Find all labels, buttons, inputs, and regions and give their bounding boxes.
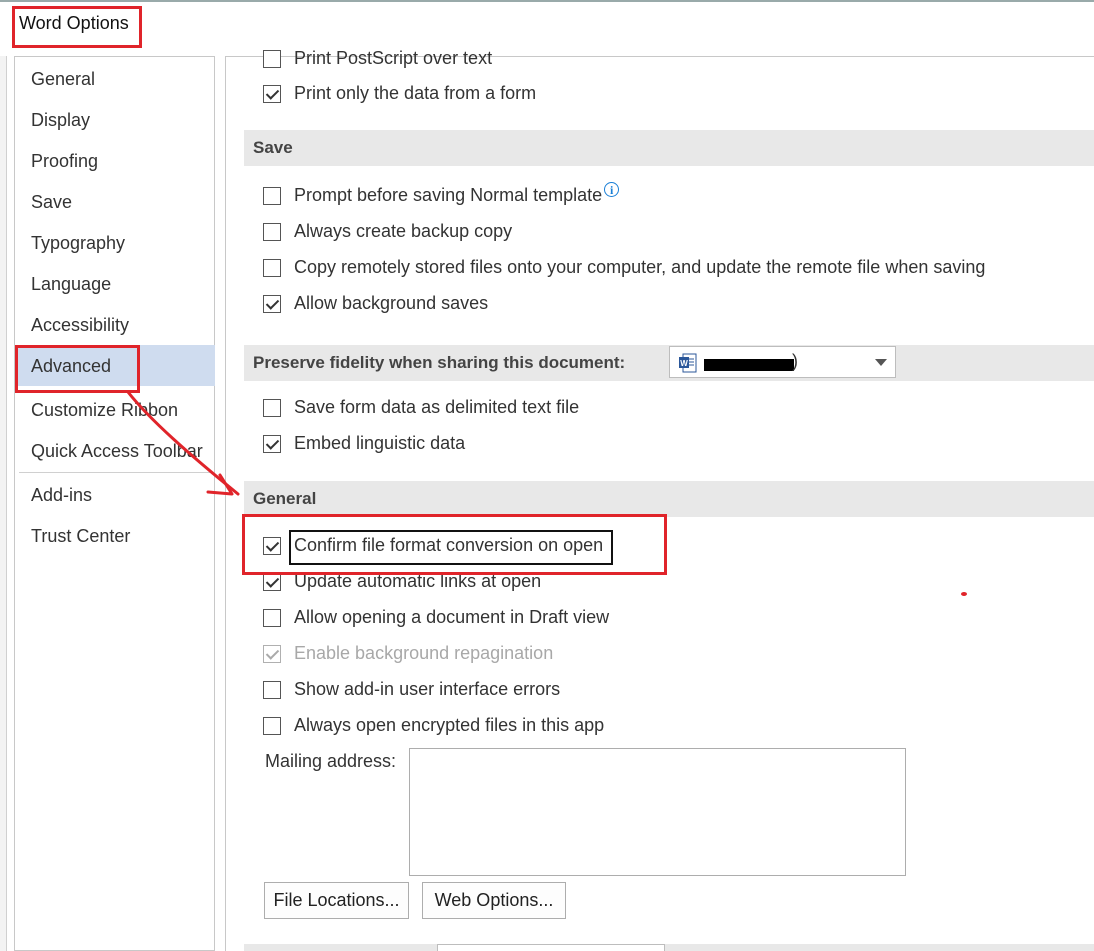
option-label: Allow background saves bbox=[294, 293, 489, 313]
content-left-border bbox=[225, 56, 226, 951]
option-label: Copy remotely stored files onto your com… bbox=[294, 257, 986, 277]
nav-item-add-ins[interactable]: Add-ins bbox=[31, 485, 92, 506]
annotation-dot bbox=[961, 592, 967, 596]
nav-item-proofing[interactable]: Proofing bbox=[31, 151, 98, 172]
nav-item-accessibility[interactable]: Accessibility bbox=[31, 315, 129, 336]
checkbox[interactable] bbox=[263, 50, 281, 68]
option-label: Allow opening a document in Draft view bbox=[294, 607, 610, 627]
confirm-option-outline bbox=[289, 530, 613, 565]
option-label: Always open encrypted files in this app bbox=[294, 715, 605, 735]
option-label: Print only the data from a form bbox=[294, 83, 537, 103]
section-title: General bbox=[253, 489, 317, 508]
nav-item-customize-ribbon[interactable]: Customize Ribbon bbox=[31, 400, 178, 421]
web-options-button[interactable]: Web Options... bbox=[422, 882, 566, 919]
info-icon[interactable]: i bbox=[604, 182, 620, 197]
nav-item-general[interactable]: General bbox=[31, 69, 95, 90]
option-label: Enable background repagination bbox=[294, 643, 554, 663]
dropdown-value-suffix: ) bbox=[792, 351, 798, 371]
nav-item-trust-center[interactable]: Trust Center bbox=[31, 526, 130, 547]
section-title: Save bbox=[253, 138, 293, 157]
checkbox[interactable] bbox=[263, 187, 281, 205]
section-header-general: General bbox=[244, 481, 1094, 517]
checkbox[interactable] bbox=[263, 85, 281, 103]
word-options-window: { "window": { "title": "Word Options" },… bbox=[0, 0, 1094, 951]
checkbox[interactable] bbox=[263, 435, 281, 453]
option-label: Print PostScript over text bbox=[294, 48, 493, 68]
checkbox[interactable] bbox=[263, 223, 281, 241]
checkbox[interactable] bbox=[263, 681, 281, 699]
checkbox[interactable] bbox=[263, 259, 281, 277]
checkbox[interactable] bbox=[263, 295, 281, 313]
checkbox[interactable] bbox=[263, 609, 281, 627]
checkbox bbox=[263, 645, 281, 663]
option-label: Embed linguistic data bbox=[294, 433, 466, 453]
nav-item-save[interactable]: Save bbox=[31, 192, 72, 213]
background-window-edge bbox=[0, 56, 7, 951]
checkbox[interactable] bbox=[263, 399, 281, 417]
options-nav: General Display Proofing Save Typography… bbox=[14, 56, 215, 951]
chevron-down-icon[interactable] bbox=[875, 359, 887, 366]
option-label: Prompt before saving Normal template bbox=[294, 185, 603, 205]
mailing-address-input[interactable] bbox=[409, 748, 906, 876]
nav-item-language[interactable]: Language bbox=[31, 274, 111, 295]
option-label: Always create backup copy bbox=[294, 221, 513, 241]
word-doc-icon: W bbox=[679, 353, 697, 373]
nav-separator bbox=[19, 472, 211, 473]
next-section-header bbox=[244, 944, 1094, 951]
file-locations-button[interactable]: File Locations... bbox=[264, 882, 409, 919]
redaction-bar bbox=[704, 359, 794, 371]
svg-text:W: W bbox=[680, 359, 688, 368]
option-label: Show add-in user interface errors bbox=[294, 679, 561, 699]
window-top-border bbox=[0, 0, 1094, 2]
mailing-address-label: Mailing address: bbox=[265, 751, 397, 771]
checkbox[interactable] bbox=[263, 717, 281, 735]
advanced-highlight-box bbox=[15, 345, 140, 393]
nav-item-display[interactable]: Display bbox=[31, 110, 90, 131]
nav-item-typography[interactable]: Typography bbox=[31, 233, 125, 254]
option-label: Save form data as delimited text file bbox=[294, 397, 580, 417]
next-section-dropdown[interactable] bbox=[437, 944, 665, 951]
section-title: Preserve fidelity when sharing this docu… bbox=[253, 353, 626, 372]
nav-item-quick-access-toolbar[interactable]: Quick Access Toolbar bbox=[31, 441, 203, 462]
checkbox[interactable] bbox=[263, 573, 281, 591]
document-select-dropdown[interactable]: W ) bbox=[669, 346, 896, 378]
section-header-save: Save bbox=[244, 130, 1094, 166]
title-highlight-box bbox=[12, 6, 142, 48]
